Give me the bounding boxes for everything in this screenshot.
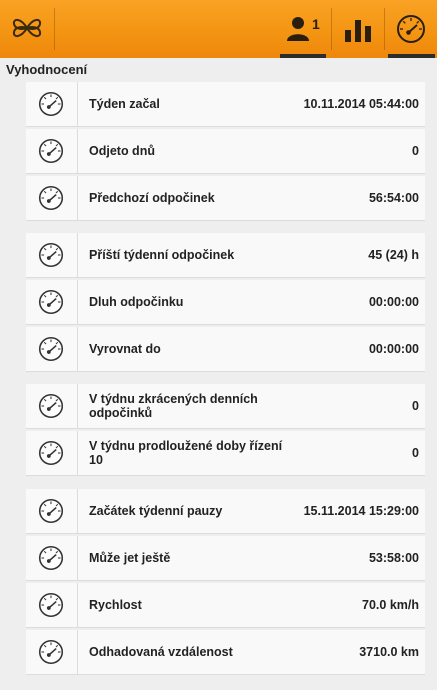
bar-chart-icon [344, 15, 372, 43]
row-value: 15.11.2014 15:29:00 [303, 504, 419, 518]
gauge-icon [38, 91, 64, 117]
group-3: V týdnu zkrácených denních odpočinků 0 V… [26, 384, 425, 478]
gauge-icon [38, 545, 64, 571]
group-4: Začátek týdenní pauzy 15.11.2014 15:29:0… [26, 489, 425, 677]
row-label: Vyrovnat do [89, 342, 161, 356]
row-label: Dluh odpočinku [89, 295, 184, 309]
driver-badge: 1 [312, 16, 320, 32]
row-icon-cell [26, 583, 78, 627]
row-icon-cell [26, 129, 78, 173]
list-item[interactable]: Odjeto dnů 0 [26, 129, 425, 174]
tab-underline [280, 54, 326, 58]
header-divider [384, 8, 385, 50]
row-label: V týdnu zkrácených denních odpočinků [89, 392, 258, 420]
list-item[interactable]: Může jet ještě 53:58:00 [26, 536, 425, 581]
group-2: Příští týdenní odpočinek 45 (24) h Dluh … [26, 233, 425, 374]
gauge-icon [38, 592, 64, 618]
list-item[interactable]: Předchozí odpočinek 56:54:00 [26, 176, 425, 221]
row-label: Týden začal [89, 97, 160, 111]
gauge-icon [38, 639, 64, 665]
row-label: Odjeto dnů [89, 144, 155, 158]
row-value: 45 (24) h [368, 248, 419, 262]
row-label: Předchozí odpočinek [89, 191, 215, 205]
row-value: 0 [412, 446, 419, 460]
header-divider [54, 8, 55, 50]
row-icon-cell [26, 489, 78, 533]
group-1: Týden začal 10.11.2014 05:44:00 Odjeto d… [26, 82, 425, 223]
row-label: Odhadovaná vzdálenost [89, 645, 233, 659]
list-item[interactable]: Rychlost 70.0 km/h [26, 583, 425, 628]
row-label: Příští týdenní odpočinek [89, 248, 235, 262]
row-value: 10.11.2014 05:44:00 [303, 97, 419, 111]
row-label: Začátek týdenní pauzy [89, 504, 223, 518]
list-item[interactable]: Příští týdenní odpočinek 45 (24) h [26, 233, 425, 278]
row-value: 3710.0 km [359, 645, 419, 659]
list-item[interactable]: V týdnu prodloužené doby řízení 10 0 [26, 431, 425, 476]
tab-underline-selected [388, 54, 435, 58]
tab-driver[interactable]: 1 [276, 0, 328, 58]
row-value: 00:00:00 [368, 295, 419, 309]
list-item[interactable]: Týden začal 10.11.2014 05:44:00 [26, 82, 425, 127]
gauge-icon [38, 242, 64, 268]
row-label: V týdnu prodloužené doby řízení 10 [89, 439, 283, 467]
tab-statistics[interactable] [333, 0, 383, 58]
list-item[interactable]: Vyrovnat do 00:00:00 [26, 327, 425, 372]
gauge-icon [38, 138, 64, 164]
row-label: Může jet ještě [89, 551, 171, 565]
row-value: 53:58:00 [368, 551, 419, 565]
row-icon-cell [26, 431, 78, 475]
gauge-icon [38, 498, 64, 524]
row-icon-cell [26, 82, 78, 126]
gauge-icon [38, 393, 64, 419]
row-value: 0 [412, 144, 419, 158]
row-icon-cell [26, 384, 78, 428]
gauge-icon [396, 14, 426, 44]
row-icon-cell [26, 233, 78, 277]
section-title: Vyhodnocení [6, 62, 88, 77]
row-value: 00:00:00 [368, 342, 419, 356]
row-value: 70.0 km/h [362, 598, 419, 612]
header-divider [331, 8, 332, 50]
top-app-bar: 1 [0, 0, 437, 58]
row-icon-cell [26, 327, 78, 371]
row-icon-cell [26, 280, 78, 324]
gauge-icon [38, 440, 64, 466]
row-label: Rychlost [89, 598, 142, 612]
list-item[interactable]: V týdnu zkrácených denních odpočinků 0 [26, 384, 425, 429]
list-item[interactable]: Začátek týdenní pauzy 15.11.2014 15:29:0… [26, 489, 425, 534]
list-item[interactable]: Dluh odpočinku 00:00:00 [26, 280, 425, 325]
gauge-icon [38, 336, 64, 362]
row-value: 56:54:00 [368, 191, 419, 205]
gauge-icon [38, 289, 64, 315]
row-icon-cell [26, 630, 78, 674]
row-icon-cell [26, 176, 78, 220]
list-item[interactable]: Odhadovaná vzdálenost 3710.0 km [26, 630, 425, 675]
propeller-logo-icon[interactable] [10, 12, 44, 44]
gauge-icon [38, 185, 64, 211]
row-value: 0 [412, 399, 419, 413]
row-icon-cell [26, 536, 78, 580]
tab-evaluation[interactable] [386, 0, 437, 58]
